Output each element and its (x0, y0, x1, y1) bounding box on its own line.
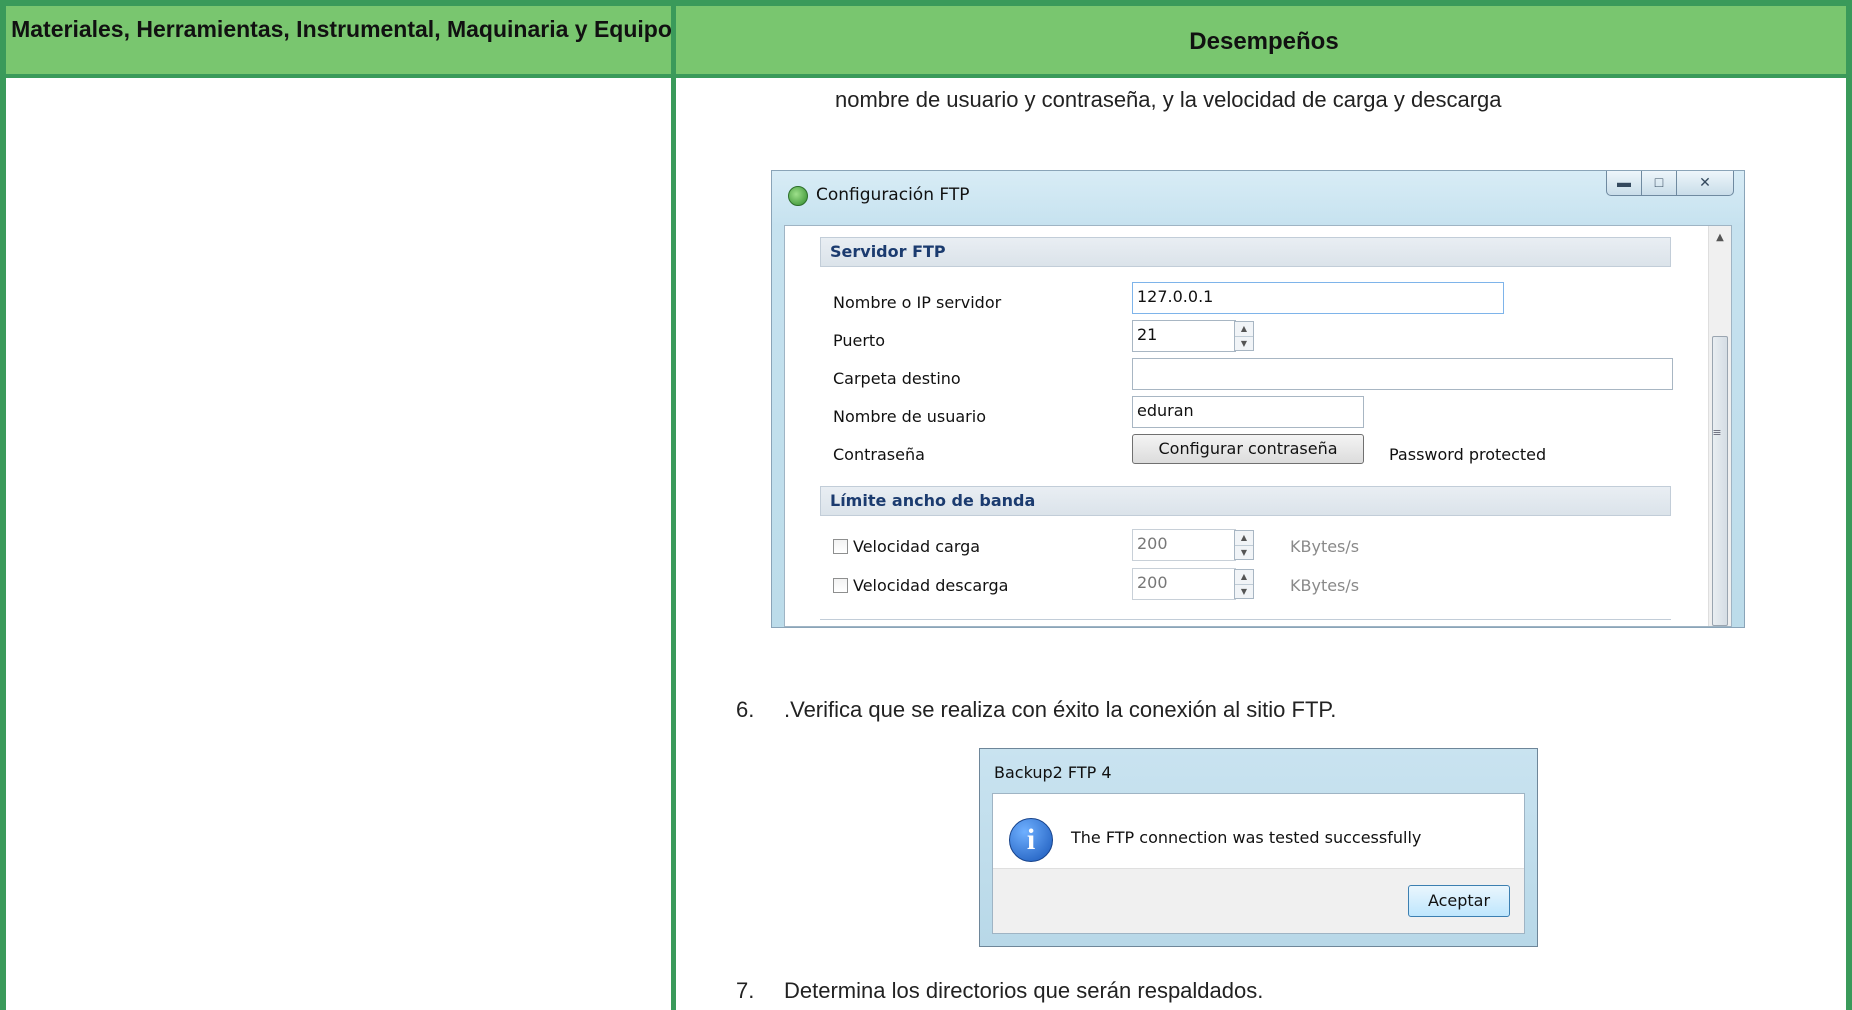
download-unit: KBytes/s (1290, 576, 1360, 595)
upload-checkbox[interactable] (833, 539, 848, 554)
username-input[interactable]: eduran (1132, 396, 1364, 428)
password-status: Password protected (1389, 445, 1547, 464)
dialog-footer: Aceptar (993, 868, 1524, 933)
step6-text: .Verifica que se realiza con éxito la co… (784, 697, 1337, 722)
spin-up-icon[interactable]: ▲ (1235, 322, 1253, 337)
spin-down-icon[interactable]: ▼ (1235, 585, 1253, 599)
upload-unit: KBytes/s (1290, 537, 1360, 556)
server-input[interactable]: 127.0.0.1 (1132, 282, 1504, 314)
scroll-thumb[interactable] (1712, 336, 1728, 626)
upload-input[interactable]: 200 (1132, 529, 1236, 561)
close-button[interactable]: ✕ (1676, 171, 1734, 196)
spin-up-icon[interactable]: ▲ (1235, 531, 1253, 546)
scroll-grip-icon: ≡ (1712, 426, 1722, 439)
port-label: Puerto (833, 331, 885, 350)
spin-down-icon[interactable]: ▼ (1235, 337, 1253, 351)
upload-spinner[interactable]: ▲ ▼ (1234, 530, 1254, 560)
folder-input[interactable] (1132, 358, 1673, 390)
maximize-button[interactable]: □ (1641, 171, 1677, 196)
dialog-client-area: i The FTP connection was tested successf… (992, 793, 1525, 934)
header-performance: Desempeños (1189, 28, 1339, 55)
window-controls: ▬ □ ✕ (1606, 171, 1734, 196)
minimize-button[interactable]: ▬ (1606, 171, 1642, 196)
ftp-config-window: Configuración FTP ▬ □ ✕ Servidor FTP Nombr… (771, 170, 1745, 628)
step6-number: 6. (736, 697, 755, 722)
step7-number: 7. (736, 978, 755, 1003)
scroll-up-icon[interactable]: ▲ (1709, 232, 1731, 243)
dialog-title: Backup2 FTP 4 (994, 763, 1112, 782)
upload-label: Velocidad carga (853, 537, 981, 556)
success-dialog: Backup2 FTP 4 i The FTP connection was t… (979, 748, 1538, 947)
download-input[interactable]: 200 (1132, 568, 1236, 600)
folder-label: Carpeta destino (833, 369, 961, 388)
accept-button[interactable]: Aceptar (1408, 885, 1510, 917)
info-icon: i (1009, 818, 1053, 862)
server-label: Nombre o IP servidor (833, 293, 1002, 312)
port-input[interactable]: 21 (1132, 320, 1236, 352)
header-materials: Materiales, Herramientas, Instrumental, … (11, 16, 672, 42)
intro-text: nombre de usuario y contraseña, y la vel… (835, 87, 1502, 112)
password-label: Contraseña (833, 445, 925, 464)
spin-up-icon[interactable]: ▲ (1235, 570, 1253, 585)
download-spinner[interactable]: ▲ ▼ (1234, 569, 1254, 599)
step7-text: Determina los directorios que serán resp… (784, 978, 1264, 1003)
section-divider (820, 619, 1671, 620)
window-client-area: Servidor FTP Nombre o IP servidor 127.0.… (784, 225, 1732, 627)
vertical-scrollbar[interactable]: ▲ ≡ (1708, 226, 1731, 626)
section-bandwidth: Límite ancho de banda (820, 486, 1671, 516)
spin-down-icon[interactable]: ▼ (1235, 546, 1253, 560)
window-title: Configuración FTP (816, 185, 970, 205)
dialog-message: The FTP connection was tested successful… (1071, 828, 1422, 847)
username-label: Nombre de usuario (833, 407, 986, 426)
app-icon (788, 186, 808, 206)
table-header-row: Materiales, Herramientas, Instrumental, … (6, 6, 1846, 78)
download-checkbox[interactable] (833, 578, 848, 593)
set-password-button[interactable]: Configurar contraseña (1132, 434, 1364, 464)
port-spinner[interactable]: ▲ ▼ (1234, 321, 1254, 351)
section-ftp-server: Servidor FTP (820, 237, 1671, 267)
download-label: Velocidad descarga (853, 576, 1009, 595)
column-divider (671, 0, 676, 1010)
